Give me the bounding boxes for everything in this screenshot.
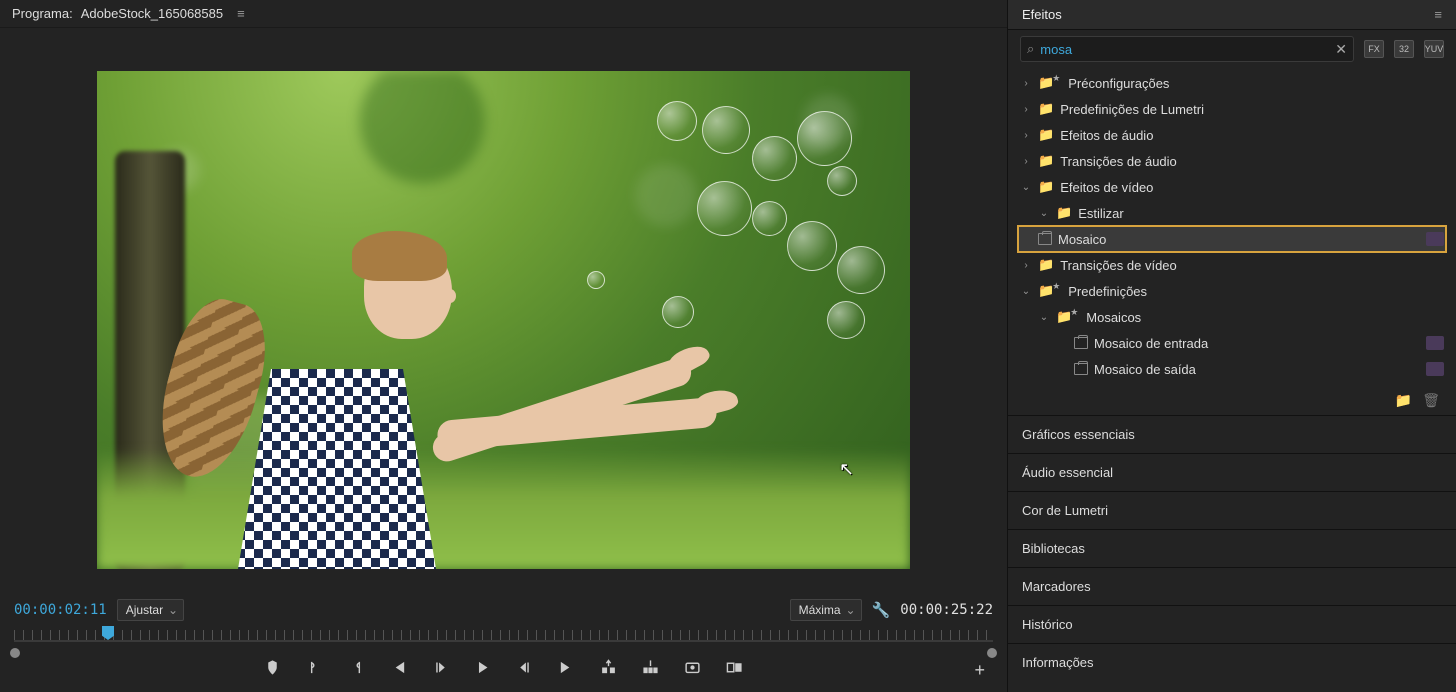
folder-icon: 📁: [1056, 205, 1072, 221]
tree-stylize[interactable]: ⌄ 📁 Estilizar: [1008, 200, 1456, 226]
export-frame-icon[interactable]: [683, 659, 703, 681]
video-preview[interactable]: ↖: [97, 71, 910, 569]
tree-preset-mosaic-in[interactable]: · Mosaico de entrada: [1008, 330, 1456, 356]
tree-lumetri-presets[interactable]: › 📁 Predefinições de Lumetri: [1008, 96, 1456, 122]
tree-video-transitions[interactable]: › 📁 Transições de vídeo: [1008, 252, 1456, 278]
preset-folder-icon: 📁★: [1056, 309, 1080, 325]
filter-accelerated-icon[interactable]: FX: [1364, 40, 1384, 58]
new-bin-icon[interactable]: 📁: [1395, 392, 1412, 409]
program-title-prefix: Programa:: [12, 6, 73, 21]
chevron-right-icon: ›: [1020, 130, 1032, 141]
chevron-right-icon: ›: [1020, 78, 1032, 89]
transport-controls: +: [0, 648, 1007, 692]
comparison-view-icon[interactable]: [725, 659, 745, 681]
effects-panel-title: Efeitos: [1022, 7, 1062, 22]
clear-search-icon[interactable]: ✕: [1335, 41, 1347, 58]
step-forward-icon[interactable]: [515, 659, 535, 681]
folder-icon: 📁: [1038, 179, 1054, 195]
timecode-duration: 00:00:25:22: [900, 602, 993, 618]
panel-markers[interactable]: Marcadores: [1008, 567, 1456, 605]
program-time-ruler[interactable]: [14, 626, 993, 648]
effects-search-input[interactable]: [1040, 42, 1335, 57]
chevron-right-icon: ›: [1020, 104, 1032, 115]
go-to-in-icon[interactable]: [389, 659, 409, 681]
panel-essential-graphics[interactable]: Gráficos essenciais: [1008, 415, 1456, 453]
program-header: Programa: AdobeStock_165068585 ≡: [0, 0, 1007, 28]
folder-icon: 📁: [1038, 257, 1054, 273]
filter-yuv-icon[interactable]: YUV: [1424, 40, 1444, 58]
gpu-accelerated-badge-icon: [1426, 336, 1444, 350]
mouse-cursor-icon: ↖: [839, 459, 854, 480]
program-viewer: ↖: [0, 28, 1007, 594]
subject-girl: [227, 269, 457, 569]
chevron-down-icon: ⌄: [1038, 208, 1050, 219]
mark-out-icon[interactable]: [347, 659, 367, 681]
zoom-dropdown[interactable]: Ajustar: [117, 599, 184, 621]
program-controls-row: 00:00:02:11 Ajustar Máxima 🔧 00:00:25:22: [0, 594, 1007, 626]
panel-libraries[interactable]: Bibliotecas: [1008, 529, 1456, 567]
effect-icon: [1074, 363, 1088, 375]
quality-dropdown[interactable]: Máxima: [790, 599, 862, 621]
play-icon[interactable]: [473, 659, 493, 681]
chevron-right-icon: ›: [1020, 260, 1032, 271]
timecode-current[interactable]: 00:00:02:11: [14, 602, 107, 618]
preset-folder-icon: 📁★: [1038, 283, 1062, 299]
settings-wrench-icon[interactable]: 🔧: [872, 601, 891, 619]
panel-lumetri-color[interactable]: Cor de Lumetri: [1008, 491, 1456, 529]
tree-mosaics-folder[interactable]: ⌄ 📁★ Mosaicos: [1008, 304, 1456, 330]
tree-preconfigs[interactable]: › 📁★ Préconfigurações: [1008, 70, 1456, 96]
program-monitor-panel: Programa: AdobeStock_165068585 ≡: [0, 0, 1008, 692]
gpu-accelerated-badge-icon: [1426, 232, 1444, 246]
search-icon: ⌕: [1027, 41, 1034, 57]
gpu-accelerated-badge-icon: [1426, 362, 1444, 376]
tree-audio-transitions[interactable]: › 📁 Transições de áudio: [1008, 148, 1456, 174]
step-back-icon[interactable]: [431, 659, 451, 681]
preset-folder-icon: 📁★: [1038, 75, 1062, 91]
chevron-down-icon: ⌄: [1038, 312, 1050, 323]
folder-icon: 📁: [1038, 153, 1054, 169]
program-title-name: AdobeStock_165068585: [81, 6, 223, 21]
panel-essential-audio[interactable]: Áudio essencial: [1008, 453, 1456, 491]
effect-icon: [1074, 337, 1088, 349]
chevron-down-icon: ⌄: [1020, 286, 1032, 297]
playhead-icon[interactable]: [102, 626, 114, 640]
extract-icon[interactable]: [641, 659, 661, 681]
folder-icon: 📁: [1038, 127, 1054, 143]
effects-panel-menu-icon[interactable]: ≡: [1434, 7, 1442, 22]
effect-icon: [1038, 233, 1052, 245]
button-editor-plus-icon[interactable]: +: [974, 660, 985, 681]
effects-search-row: ⌕ ✕ FX 32 YUV: [1008, 30, 1456, 68]
tree-effect-mosaic[interactable]: · Mosaico: [1018, 226, 1446, 252]
delete-icon[interactable]: 🗑: [1422, 392, 1440, 409]
tree-audio-effects[interactable]: › 📁 Efeitos de áudio: [1008, 122, 1456, 148]
panel-history[interactable]: Histórico: [1008, 605, 1456, 643]
panel-menu-icon[interactable]: ≡: [237, 6, 245, 21]
chevron-down-icon: ⌄: [1020, 182, 1032, 193]
panel-info[interactable]: Informações: [1008, 643, 1456, 681]
effects-tree: › 📁★ Préconfigurações › 📁 Predefinições …: [1008, 68, 1456, 388]
tree-preset-mosaic-out[interactable]: · Mosaico de saída: [1008, 356, 1456, 382]
tree-presets[interactable]: ⌄ 📁★ Predefinições: [1008, 278, 1456, 304]
add-marker-icon[interactable]: [263, 659, 283, 681]
effects-search-box[interactable]: ⌕ ✕: [1020, 36, 1354, 62]
folder-icon: 📁: [1038, 101, 1054, 117]
effects-tree-footer: 📁 🗑: [1008, 388, 1456, 415]
side-panel-stack: Efeitos ≡ ⌕ ✕ FX 32 YUV › 📁★ Préconfigur…: [1008, 0, 1456, 692]
mark-in-icon[interactable]: [305, 659, 325, 681]
tree-video-effects[interactable]: ⌄ 📁 Efeitos de vídeo: [1008, 174, 1456, 200]
chevron-right-icon: ›: [1020, 156, 1032, 167]
filter-32bit-icon[interactable]: 32: [1394, 40, 1414, 58]
go-to-out-icon[interactable]: [557, 659, 577, 681]
lift-icon[interactable]: [599, 659, 619, 681]
effects-panel-header[interactable]: Efeitos ≡: [1008, 0, 1456, 30]
